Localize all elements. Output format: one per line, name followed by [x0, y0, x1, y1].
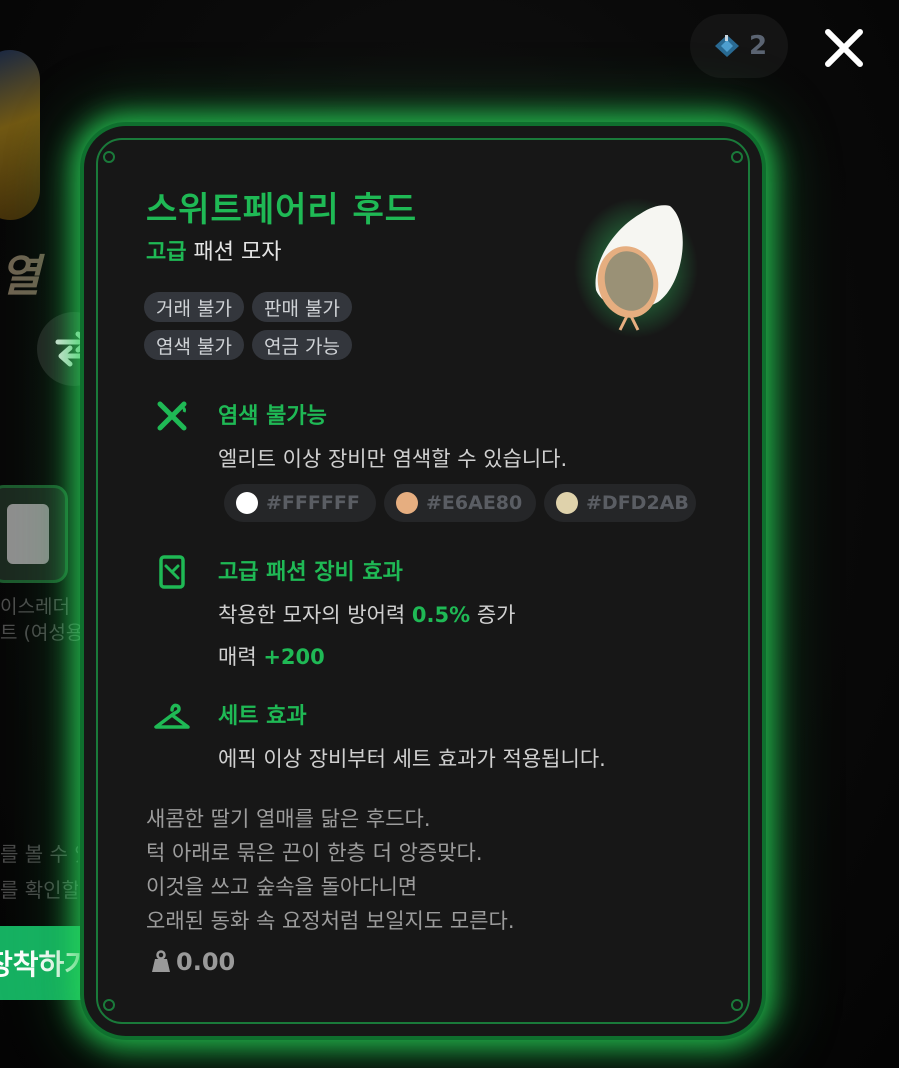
ornament-icon [731, 999, 743, 1011]
background-item-name-line: 이스레더 [0, 596, 70, 618]
hanger-icon [154, 703, 190, 729]
equipment-card-icon [159, 555, 185, 589]
background-description-line: 를 확인할 [0, 878, 78, 902]
tag-no-trade: 거래 불가 [144, 292, 244, 322]
dye-description: 엘리트 이상 장비만 염색할 수 있습니다. [218, 447, 568, 471]
effect-text: 착용한 모자의 방어력 [218, 603, 412, 627]
close-button[interactable] [816, 20, 872, 76]
tag-no-sell: 판매 불가 [251, 292, 352, 322]
color-dot [556, 492, 578, 514]
flavor-line: 이것을 쓰고 숲속을 돌아다니면 [146, 875, 418, 899]
item-name: 스위트페어리 후드 [146, 190, 418, 230]
tag-no-dye: 염색 불가 [144, 330, 244, 360]
ticket-icon [714, 35, 739, 57]
dye-color-swatches: #FFFFFF #E6AE80 #DFD2AB [224, 484, 696, 522]
background-description-line: 를 볼 수 있 [0, 842, 78, 866]
flavor-line: 오래된 동화 속 요정처럼 보일지도 모른다. [146, 909, 515, 933]
background-title: 열 [0, 251, 41, 300]
item-tags: 거래 불가 판매 불가 염색 불가 연금 가능 [144, 292, 424, 360]
background-item-name: 이스레더 트 (여성용 [0, 594, 80, 646]
effect-text: 증가 [470, 603, 516, 627]
background-description: 를 볼 수 있 를 확인할 [0, 836, 78, 908]
set-title: 세트 효과 [218, 704, 307, 729]
color-code: #DFD2AB [586, 492, 689, 514]
color-code: #FFFFFF [266, 492, 360, 514]
currency-badge: 2 [690, 14, 788, 78]
effect-value: 0.5% [411, 603, 471, 627]
item-subtitle: 고급 패션 모자 [146, 234, 281, 266]
effect-line: 매력 +200 [218, 636, 515, 678]
color-dot [396, 492, 418, 514]
effect-description: 착용한 모자의 방어력 0.5% 증가 매력 +200 [218, 594, 515, 678]
no-dye-icon [157, 401, 187, 431]
color-swatch: #DFD2AB [544, 484, 696, 522]
effect-line: 착용한 모자의 방어력 0.5% 증가 [218, 594, 515, 636]
color-dot [236, 492, 258, 514]
ornament-icon [103, 151, 115, 163]
weight-value: 0.00 [176, 948, 236, 976]
color-code: #E6AE80 [426, 492, 523, 514]
background-item-slot[interactable] [0, 485, 68, 583]
effect-text: 매력 [218, 645, 264, 669]
ornament-icon [731, 151, 743, 163]
item-weight: 0.00 [150, 948, 235, 976]
flavor-text: 새콤한 딸기 열매를 닮은 후드다. 턱 아래로 묶은 끈이 한층 더 앙증맞다… [146, 802, 515, 938]
tag-alchemy-available: 연금 가능 [251, 330, 352, 360]
item-grade: 고급 [146, 240, 187, 265]
pants-icon [7, 504, 49, 564]
color-swatch: #E6AE80 [384, 484, 536, 522]
currency-count: 2 [748, 31, 768, 61]
color-swatch: #FFFFFF [224, 484, 376, 522]
set-description: 에픽 이상 장비부터 세트 효과가 적용됩니다. [218, 747, 606, 771]
hood-item-image [574, 198, 698, 338]
ornament-icon [103, 999, 115, 1011]
item-category: 패션 모자 [193, 240, 282, 265]
flavor-line: 새콤한 딸기 열매를 닮은 후드다. [146, 807, 431, 831]
background-character-image [0, 50, 40, 220]
dye-title: 염색 불가능 [218, 404, 327, 429]
effect-value: +200 [263, 645, 325, 669]
weight-icon [152, 950, 170, 972]
effect-title: 고급 패션 장비 효과 [218, 560, 403, 585]
flavor-line: 턱 아래로 묶은 끈이 한층 더 앙증맞다. [146, 841, 483, 865]
close-icon [825, 29, 863, 67]
background-item-name-line: 트 (여성용 [0, 622, 80, 644]
item-tooltip-card: 스위트페어리 후드 고급 패션 모자 거래 불가 판매 불가 염색 불가 연금 … [80, 122, 766, 1040]
